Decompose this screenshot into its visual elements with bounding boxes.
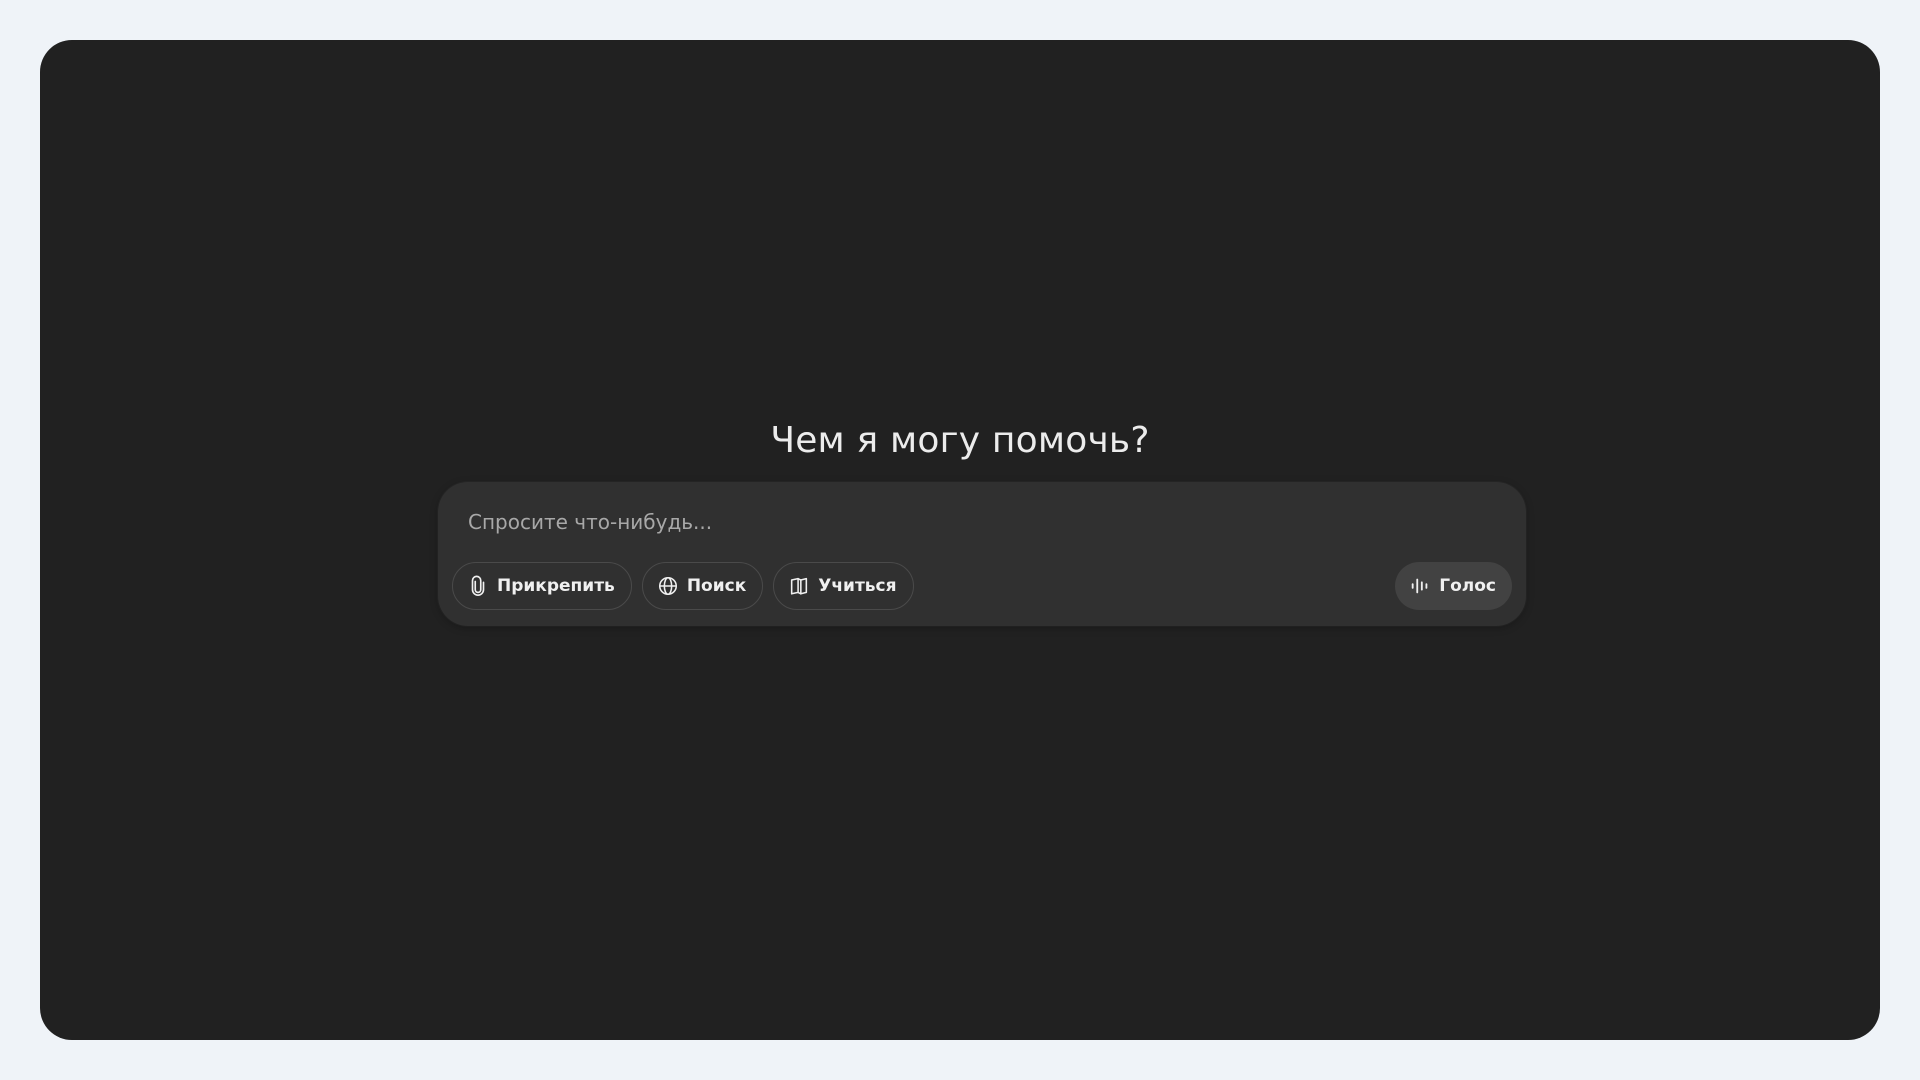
attach-button-label: Прикрепить — [497, 576, 615, 596]
study-button[interactable]: Учиться — [773, 562, 914, 610]
app-window: Чем я могу помочь? Прикрепить — [40, 40, 1880, 1040]
composer-tools: Прикрепить Поиск Учиться — [452, 562, 914, 610]
page-title: Чем я могу помочь? — [770, 420, 1150, 461]
voice-button[interactable]: Голос — [1395, 562, 1512, 610]
search-button-label: Поиск — [686, 576, 747, 596]
attach-button[interactable]: Прикрепить — [452, 562, 632, 610]
voice-button-label: Голос — [1439, 576, 1496, 596]
voice-waveform-icon — [1409, 575, 1431, 597]
study-button-label: Учиться — [818, 576, 897, 596]
paperclip-icon — [467, 575, 489, 597]
globe-icon — [657, 575, 679, 597]
book-icon — [788, 575, 810, 597]
prompt-composer: Прикрепить Поиск — [438, 482, 1526, 626]
search-button[interactable]: Поиск — [641, 562, 764, 610]
prompt-input[interactable] — [468, 504, 1468, 540]
